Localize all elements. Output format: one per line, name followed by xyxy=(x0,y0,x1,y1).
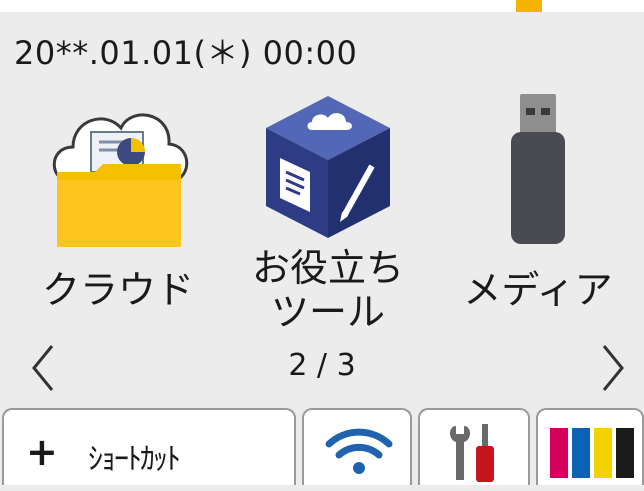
page-indicator: 2 / 3 xyxy=(288,348,356,383)
wifi-icon xyxy=(325,428,393,474)
next-page-arrow-icon[interactable] xyxy=(594,336,634,396)
ink-button[interactable] xyxy=(536,408,644,485)
status-indicator-icon xyxy=(516,0,542,12)
app-cloud-label: クラウド xyxy=(41,268,194,312)
wifi-button[interactable] xyxy=(302,408,412,485)
app-media[interactable]: メディア xyxy=(438,92,638,344)
app-useful-tools[interactable]: お役立ち ツール xyxy=(228,92,428,344)
app-useful-tools-label-line2: ツール xyxy=(270,290,385,334)
app-media-label: メディア xyxy=(463,268,613,312)
cloud-folder-icon xyxy=(52,113,189,247)
app-useful-tools-label-line1: お役立ち xyxy=(251,246,404,290)
shortcut-button[interactable]: + ｼｮｰﾄｶｯﾄ xyxy=(2,408,296,485)
app-cloud[interactable]: クラウド xyxy=(18,92,218,344)
top-strip xyxy=(0,0,644,12)
wrench-screwdriver-icon xyxy=(450,424,494,482)
plus-icon: + xyxy=(26,430,58,474)
settings-button[interactable] xyxy=(418,408,530,485)
usb-drive-icon xyxy=(511,94,565,244)
ink-levels-icon xyxy=(550,428,634,478)
date-time-display: 20**.01.01(＊) 00:00 xyxy=(14,34,358,72)
tools-cube-icon xyxy=(266,96,390,238)
shortcut-button-label: ｼｮｰﾄｶｯﾄ xyxy=(88,442,181,477)
